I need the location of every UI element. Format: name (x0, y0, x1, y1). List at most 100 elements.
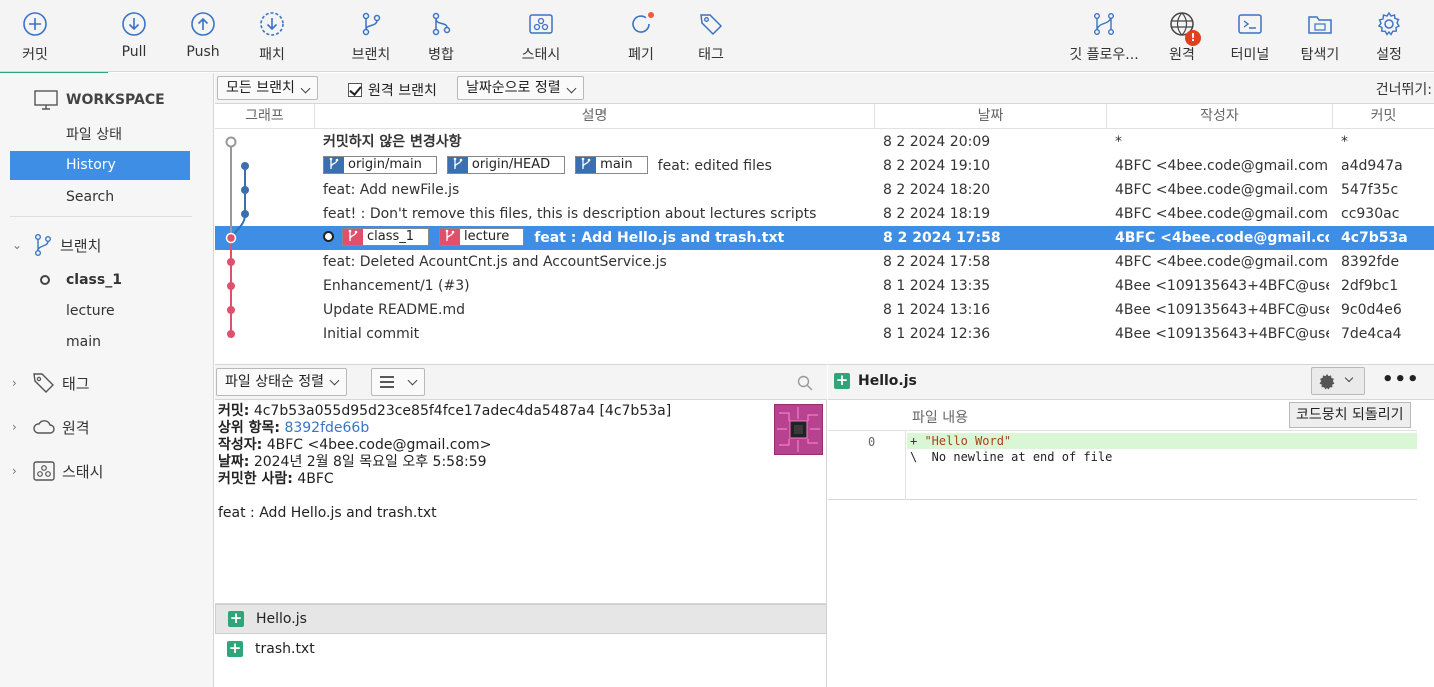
diff-panel: + Hello.js ••• 파일 내용 코드뭉치 되돌리기 0 + "Hell… (828, 364, 1434, 687)
ref-label-origin-head[interactable]: origin/HEAD (446, 155, 566, 174)
graph-node (241, 186, 249, 194)
commit-hash: a4d947a (1341, 158, 1403, 174)
git-flow-button[interactable]: 깃 플로우... (1066, 8, 1142, 68)
more-options-icon[interactable]: ••• (1382, 369, 1420, 390)
commit-row[interactable]: Initial commit 8 1 2024 12:36 4Bee <1091… (215, 322, 1434, 346)
commit-row[interactable]: feat: Add newFile.js 8 2 2024 18:20 4BFC… (215, 178, 1434, 202)
commit-row[interactable]: Update README.md 8 1 2024 13:16 4Bee <10… (215, 298, 1434, 322)
ref-label-class-1[interactable]: class_1 (342, 227, 430, 246)
tag-icon (700, 14, 723, 36)
commit-date: 8 2 2024 20:09 (883, 134, 991, 150)
merge-label: 병합 (428, 47, 454, 63)
hunk-title: 파일 내용 (912, 410, 968, 426)
commit-row[interactable]: feat! : Don't remove this files, this is… (215, 202, 1434, 226)
commit-row[interactable]: feat: Deleted AcountCnt.js and AccountSe… (215, 250, 1434, 274)
sidebar-branch-class-1[interactable]: class_1 (66, 267, 122, 293)
column-header-author[interactable]: 작성자 (1107, 104, 1333, 129)
commit-row[interactable]: 커밋하지 않은 변경사항 8 2 2024 20:09 * * (215, 130, 1434, 154)
column-header-graph[interactable]: 그래프 (215, 104, 315, 129)
merge-button[interactable]: 병합 (404, 8, 478, 68)
remote-button[interactable]: ! 원격 (1145, 8, 1219, 68)
sidebar-group-branches[interactable]: ⌄ 브랜치 (12, 231, 101, 259)
diff-toolbar: + Hello.js ••• (828, 365, 1434, 400)
sidebar-group-stashes[interactable]: › 스태시 (12, 457, 103, 485)
column-header-commit[interactable]: 커밋 (1333, 104, 1434, 129)
committer-value: 4BFC (297, 471, 334, 487)
sidebar-group-remotes[interactable]: › 원격 (12, 413, 90, 441)
changed-file-name: Hello.js (256, 611, 307, 627)
tag-icon (33, 373, 54, 393)
revert-hunk-button[interactable]: 코드뭉치 되돌리기 (1289, 402, 1411, 428)
workspace-header[interactable]: WORKSPACE (34, 89, 165, 111)
ref-label-origin-main[interactable]: origin/main (323, 155, 437, 174)
commit-description-cell: class_1 lecture feat : Add Hello.js and tr… (323, 226, 873, 250)
sidebar-item-search[interactable]: Search (10, 183, 190, 212)
branch-icon (362, 12, 381, 36)
sidebar-branch-main[interactable]: main (66, 329, 101, 355)
patch-button[interactable]: 패치 (235, 8, 309, 68)
commit-description: feat: Deleted AcountCnt.js and AccountSe… (323, 254, 667, 270)
chevron-right-icon: › (12, 464, 17, 478)
changed-file-item-selected[interactable]: + Hello.js (215, 604, 827, 634)
chevron-down-icon: ⌄ (12, 238, 23, 252)
settings-button[interactable]: 설정 (1352, 8, 1426, 68)
sort-order-dropdown[interactable]: 날짜순으로 정렬 (457, 76, 584, 100)
commit-row-selected[interactable]: class_1 lecture feat : Add Hello.js and tr… (215, 226, 1434, 250)
sidebar-item-file-status[interactable]: 파일 상태 (10, 121, 190, 150)
terminal-button[interactable]: 터미널 (1213, 8, 1287, 68)
push-button[interactable]: Push (166, 8, 240, 68)
branch-filter-dropdown[interactable]: 모든 브랜치 (217, 76, 318, 100)
file-sort-dropdown[interactable]: 파일 상태순 정렬 (216, 368, 348, 396)
ref-label-lecture[interactable]: lecture (439, 227, 525, 246)
commit-hash: 2df9bc1 (1341, 278, 1399, 294)
ref-label-main[interactable]: main (575, 155, 648, 174)
commit-author: 4Bee <109135643+4BFC@users.noreply.githu… (1115, 326, 1329, 342)
git-flow-icon (1093, 13, 1115, 36)
gear-icon (1377, 11, 1401, 36)
file-added-icon: + (834, 371, 850, 389)
view-mode-dropdown[interactable] (371, 368, 425, 396)
parent-commit-link[interactable]: 8392fde66b (284, 420, 369, 436)
commit-hash: 7de4ca4 (1341, 326, 1402, 342)
remote-branches-checkbox[interactable]: 원격 브랜치 (348, 80, 437, 100)
git-flow-label: 깃 플로우... (1069, 47, 1139, 63)
commit-row[interactable]: origin/main origin/HEAD main feat: edited f… (215, 154, 1434, 178)
commit-button[interactable]: 커밋 (0, 8, 72, 68)
diff-options-dropdown[interactable] (1311, 367, 1365, 395)
column-header-date[interactable]: 날짜 (875, 104, 1107, 129)
sidebar-item-history[interactable]: History (10, 151, 190, 180)
changed-file-item[interactable]: + trash.txt (215, 634, 827, 664)
ref-label-text: main (600, 156, 633, 172)
line-number-gutter (828, 431, 906, 500)
commit-hash: * (1341, 134, 1348, 150)
author-line: 작성자: 4BFC <4bee.code@gmail.com> (218, 437, 491, 454)
commit-hash: 547f35c (1341, 182, 1399, 198)
sidebar-group-tags[interactable]: › 태그 (12, 369, 90, 397)
pull-button[interactable]: Pull (97, 8, 171, 68)
commit-hash: 8392fde (1341, 254, 1400, 270)
workspace-label: WORKSPACE (66, 92, 165, 108)
sidebar-branch-lecture[interactable]: lecture (66, 298, 115, 324)
discard-button[interactable]: 폐기 (604, 8, 678, 68)
commit-description-cell: origin/main origin/HEAD main feat: edited f… (323, 154, 873, 178)
commit-date: 8 1 2024 13:35 (883, 278, 991, 294)
sidebar: WORKSPACE 파일 상태 History Search ⌄ 브랜치 cla… (0, 73, 214, 687)
commit-author: 4BFC <4bee.code@gmail.com> (1115, 230, 1329, 246)
ref-label-text: lecture (464, 228, 510, 244)
column-header-description[interactable]: 설명 (315, 104, 875, 129)
changed-file-name: trash.txt (255, 641, 315, 657)
commit-author: * (1115, 134, 1122, 150)
file-added-icon: + (228, 609, 244, 627)
branch-button[interactable]: 브랜치 (334, 8, 408, 68)
author-label: 작성자: (218, 437, 263, 453)
tag-button[interactable]: 태그 (674, 8, 748, 68)
gear-icon (1319, 373, 1335, 390)
commit-author: 4BFC <4bee.code@gmail.com> (1115, 182, 1329, 198)
commit-row[interactable]: Enhancement/1 (#3) 8 1 2024 13:35 4Bee <… (215, 274, 1434, 298)
ref-label-text: origin/HEAD (471, 156, 551, 172)
stash-button[interactable]: 스태시 (504, 8, 578, 68)
search-icon[interactable] (797, 375, 813, 391)
commit-hash: 4c7b53a (1341, 230, 1408, 246)
branch-icon (447, 156, 468, 173)
explorer-button[interactable]: 탐색기 (1283, 8, 1357, 68)
